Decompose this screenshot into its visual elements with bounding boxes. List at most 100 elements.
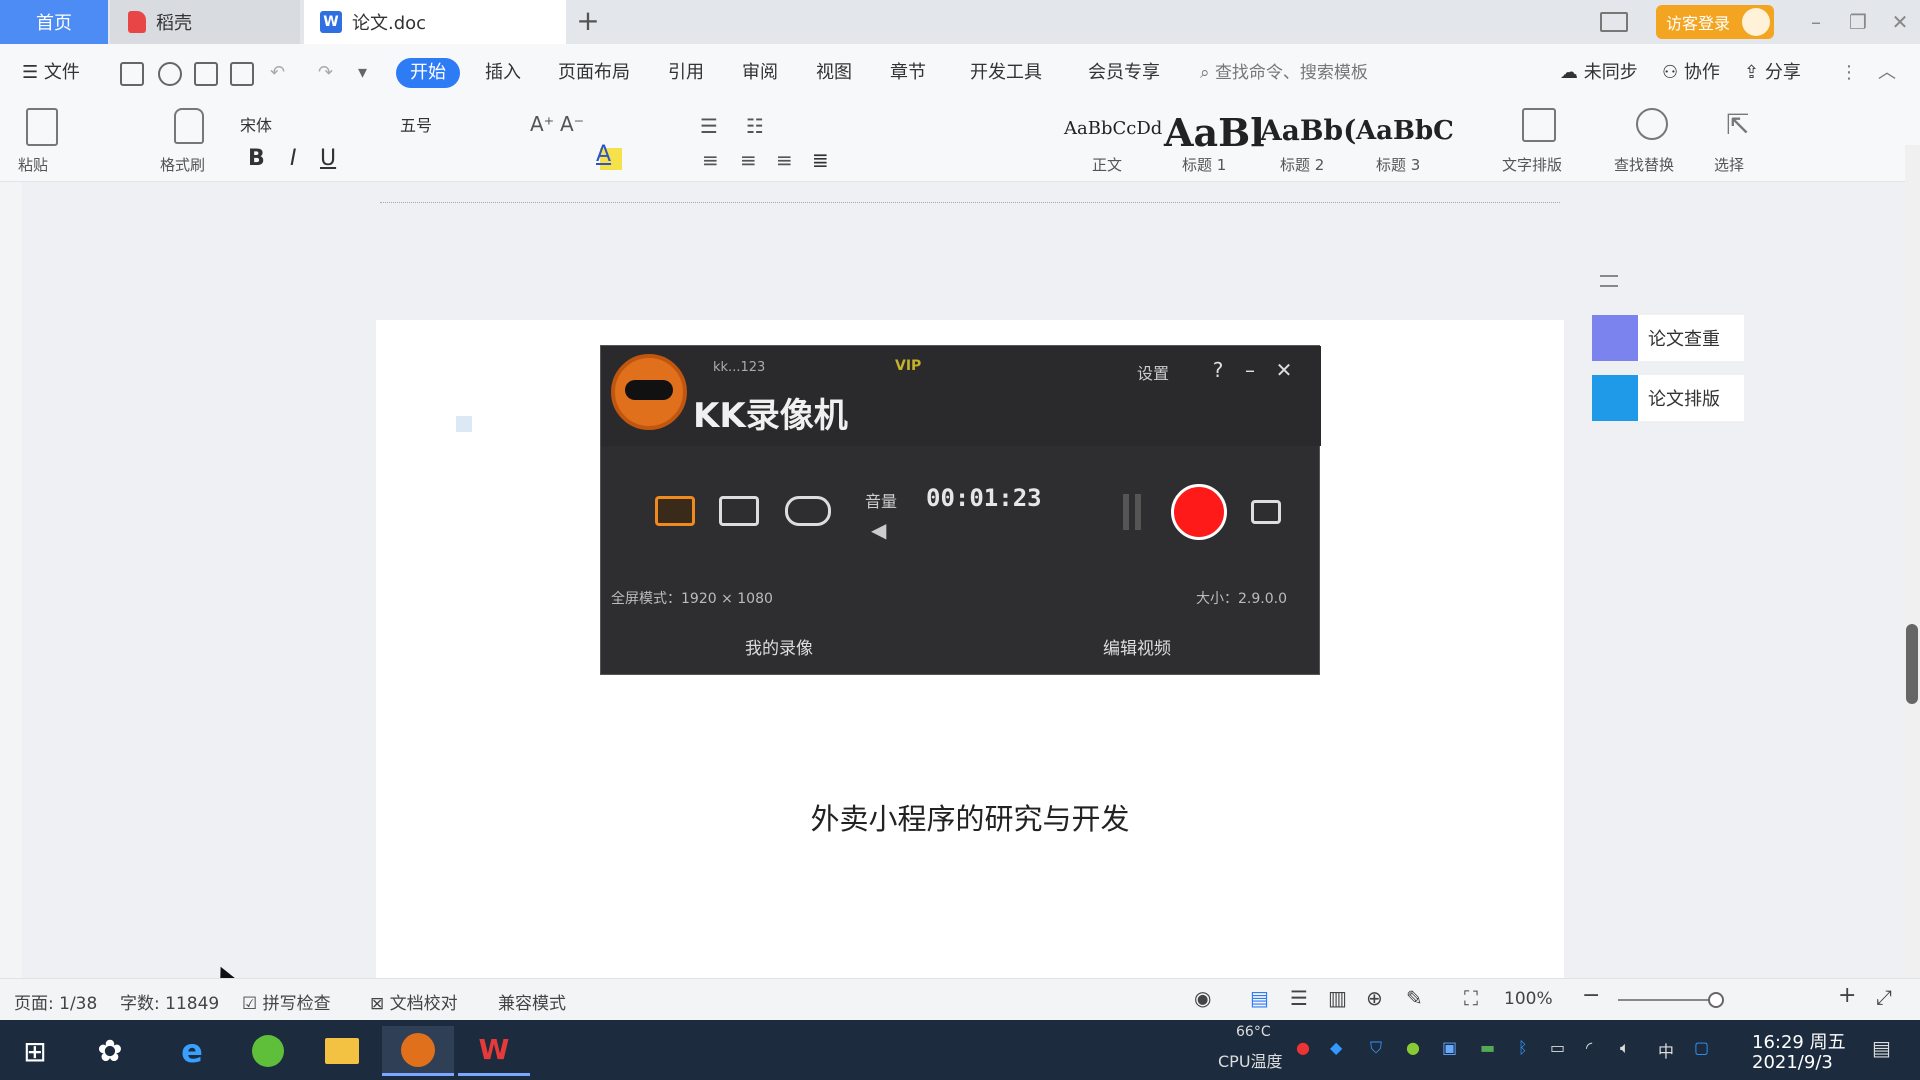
kk-recorder-window[interactable]: kk...123 VIP KK录像机 设置 ? – ✕ 音量 ◀ 00:01:2… [600,345,1321,675]
word-count[interactable]: 字数: 11849 [120,989,219,1014]
side-panel-list-icon[interactable] [1600,272,1618,292]
battery-icon[interactable]: ▭ [1550,1038,1565,1057]
zoom-level[interactable]: 100% [1504,989,1553,1009]
paper-layout-button[interactable]: 论文排版 [1592,375,1744,421]
tab-view[interactable]: 视图 [816,58,852,88]
share-button[interactable]: ⇪ 分享 [1744,58,1801,88]
style-normal-sample[interactable]: AaBbCcDd [1064,118,1162,139]
tab-page-layout[interactable]: 页面布局 [558,58,630,88]
eye-protect-icon[interactable]: ◉ [1194,986,1211,1010]
taskbar-360-browser[interactable] [232,1026,304,1076]
sync-button[interactable]: ☁ 未同步 [1560,58,1638,88]
spell-check-button[interactable]: ☑ 拼写检查 [242,989,331,1014]
tray-monitor-icon[interactable]: ▣ [1442,1038,1457,1057]
close-icon[interactable]: ✕ [1886,8,1914,36]
zoom-slider-knob[interactable] [1708,992,1724,1008]
font-name-select[interactable]: 宋体 [240,112,272,136]
game-mode-icon[interactable] [785,496,831,526]
ime-indicator[interactable]: 中 [1658,1038,1674,1062]
bluetooth-icon[interactable]: ᛒ [1518,1038,1528,1057]
recorder-close-button[interactable]: ✕ [1273,358,1295,382]
paper-check-button[interactable]: 论文查重 [1592,315,1744,361]
recorder-minimize-button[interactable]: – [1239,358,1261,382]
speaker-icon[interactable]: ◀ [871,518,886,542]
print-icon[interactable] [194,62,218,86]
collaborate-button[interactable]: ⚇ 协作 [1662,58,1720,88]
page-view-icon[interactable]: ▤ [1250,986,1269,1010]
pause-icon[interactable] [1123,494,1143,530]
edit-video-link[interactable]: 编辑视频 [1103,634,1171,659]
format-painter-icon[interactable] [174,108,204,144]
bold-button[interactable]: B [248,146,265,171]
chevron-down-icon[interactable]: ▾ [358,58,367,88]
text-tools-icon[interactable] [1522,108,1556,142]
my-videos-link[interactable]: 我的录像 [745,634,813,659]
document-title[interactable]: 外卖小程序的研究与开发 [376,796,1564,838]
tray-gpu-icon[interactable]: ▬ [1480,1038,1495,1057]
tab-references[interactable]: 引用 [668,58,704,88]
tab-start[interactable]: 开始 [396,58,460,88]
italic-button[interactable]: I [290,146,297,171]
outline-view-icon[interactable]: ☰ [1290,986,1308,1010]
wifi-icon[interactable]: ◜ [1586,1038,1592,1057]
reading-view-icon[interactable]: ▥ [1328,986,1347,1010]
vip-badge[interactable]: VIP [895,358,921,374]
start-button[interactable]: ⊞ [0,1026,70,1076]
font-size-select[interactable]: 五号 [400,112,432,136]
tray-app-icon[interactable]: ● [1296,1038,1310,1057]
bullet-list-icon[interactable]: ☰ [700,114,718,138]
taskbar-ie[interactable]: e [156,1026,228,1076]
taskbar-file-explorer[interactable] [306,1026,378,1076]
recorder-account[interactable]: kk...123 [713,360,765,375]
zoom-out-icon[interactable]: − [1582,983,1600,1008]
font-color-icon[interactable]: A [596,142,611,167]
restore-icon[interactable]: ❐ [1844,8,1872,36]
tab-developer[interactable]: 开发工具 [970,58,1042,88]
record-button[interactable] [1171,484,1227,540]
zoom-in-icon[interactable]: + [1838,983,1856,1008]
tray-360-icon[interactable]: ● [1406,1038,1420,1057]
taskbar-app-1[interactable]: ✿ [74,1026,146,1076]
style-h1-sample[interactable]: AaBl [1164,110,1265,155]
taskbar-wps[interactable]: W [458,1026,530,1076]
align-right-icon[interactable]: ≡ [776,148,793,172]
visitor-login-button[interactable]: 访客登录 [1656,5,1774,39]
tray-qq-icon[interactable]: ▢ [1694,1038,1709,1057]
tray-shield-icon[interactable]: ⛉ [1370,1038,1382,1058]
find-replace-icon[interactable] [1636,108,1668,140]
grow-font-icon[interactable]: A⁺ [530,112,554,136]
select-icon[interactable]: ⇱ [1726,108,1749,141]
new-tab-button[interactable]: + [572,6,604,38]
tab-home[interactable]: 首页 [0,0,108,44]
search-command-input[interactable]: ⌕ 查找命令、搜索模板 [1200,58,1368,88]
minimize-icon[interactable]: – [1802,8,1830,36]
recorder-help-button[interactable]: ? [1207,358,1229,382]
tab-insert[interactable]: 插入 [485,58,521,88]
region-mode-icon[interactable] [719,496,759,526]
tab-daoke[interactable]: 稻壳 [110,0,300,44]
export-icon[interactable] [158,62,182,86]
align-left-icon[interactable]: ≡ [702,148,719,172]
align-center-icon[interactable]: ≡ [740,148,757,172]
fit-page-icon[interactable]: ⛶ [1464,986,1478,1010]
numbered-list-icon[interactable]: ☷ [746,114,764,138]
pen-icon[interactable]: ✎ [1406,986,1423,1010]
file-menu[interactable]: ☰ 文件 [22,58,80,88]
page-count[interactable]: 页面: 1/38 [14,989,97,1014]
clock-date[interactable]: 2021/9/3 [1752,1052,1833,1073]
fullscreen-icon[interactable]: ⤢ [1876,985,1892,1009]
recorder-settings-button[interactable]: 设置 [1137,360,1169,384]
vertical-scrollbar[interactable] [1905,145,1920,978]
clock-time[interactable]: 16:29 周五 [1752,1028,1846,1054]
doc-check-button[interactable]: ⊠ 文档校对 [370,989,458,1014]
scrollbar-thumb[interactable] [1906,624,1918,704]
fullscreen-mode-icon[interactable] [655,496,695,526]
zoom-slider[interactable] [1618,999,1716,1001]
tab-member[interactable]: 会员专享 [1088,58,1160,88]
tab-review[interactable]: 审阅 [742,58,778,88]
collapse-ribbon-icon[interactable]: ︿ [1878,58,1896,88]
undo-icon[interactable]: ↶ [270,58,285,88]
web-view-icon[interactable]: ⊕ [1366,986,1383,1010]
paste-icon[interactable] [26,108,58,146]
print-preview-icon[interactable] [230,62,254,86]
